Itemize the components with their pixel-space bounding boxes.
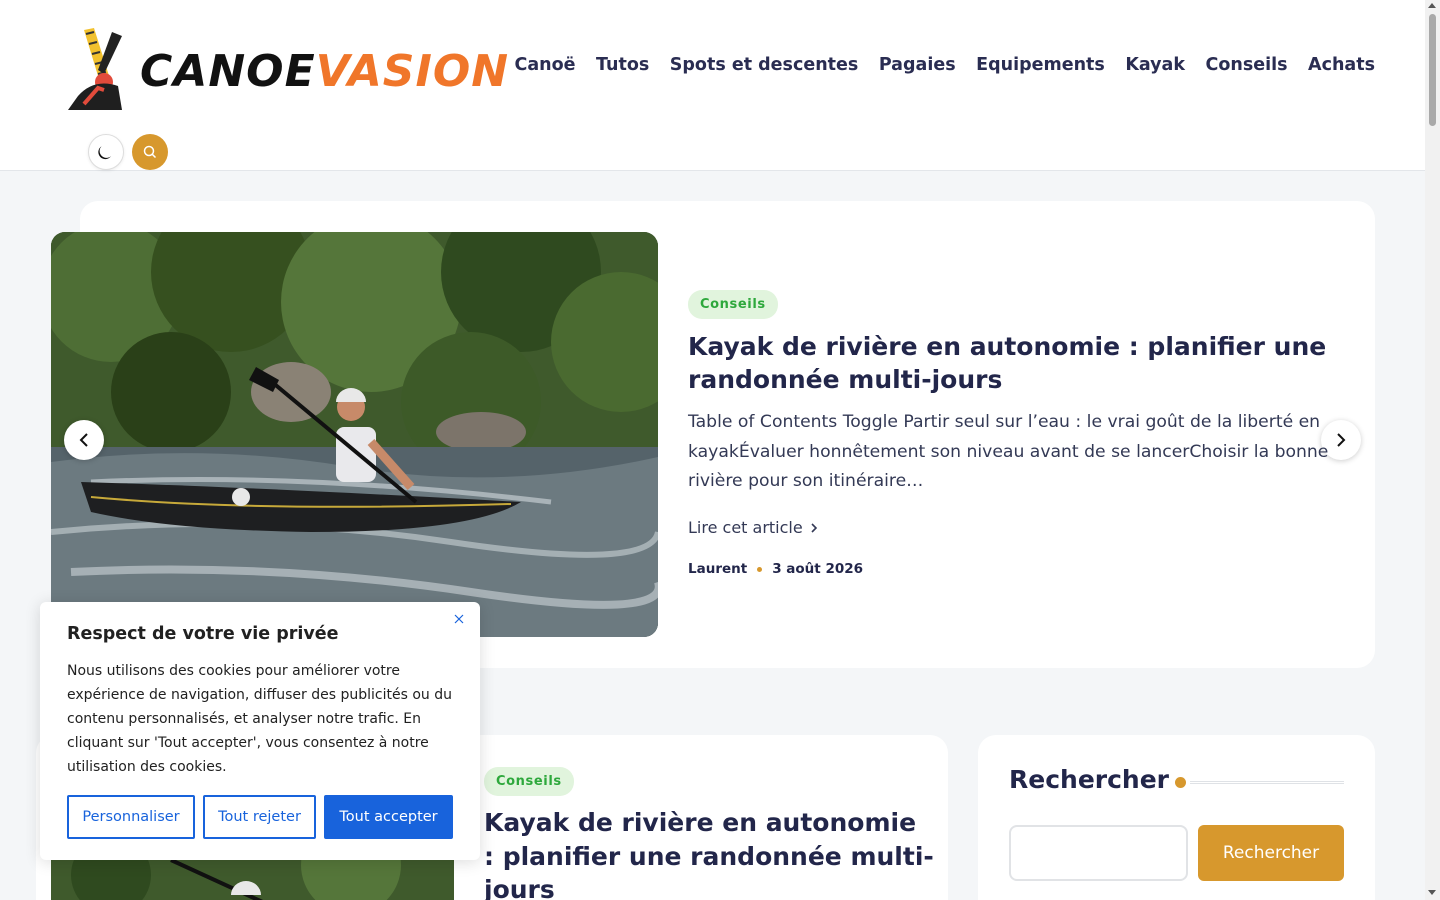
post-author[interactable]: Laurent — [688, 561, 747, 577]
dark-mode-toggle[interactable] — [88, 134, 124, 170]
cookie-accept-button[interactable]: Tout accepter — [324, 795, 453, 839]
chevron-right-icon — [811, 522, 817, 533]
main-nav: Canoë Tutos Spots et descentes Pagaies E… — [515, 52, 1376, 78]
category-tag[interactable]: Conseils — [484, 767, 574, 796]
site-header: CANOEVASION Canoë Tutos Spots et descent… — [0, 0, 1425, 171]
post-title[interactable]: Kayak de rivière en autonomie : planifie… — [484, 806, 934, 900]
nav-spots[interactable]: Spots et descentes — [670, 52, 859, 78]
nav-conseils[interactable]: Conseils — [1206, 52, 1288, 78]
nav-kayak[interactable]: Kayak — [1125, 52, 1185, 78]
nav-tutos[interactable]: Tutos — [596, 52, 649, 78]
nav-achats[interactable]: Achats — [1308, 52, 1375, 78]
widget-title-dot — [1175, 777, 1186, 788]
page-scrollbar[interactable] — [1425, 0, 1440, 900]
post-image[interactable] — [51, 855, 454, 900]
scroll-up-icon[interactable] — [1428, 3, 1436, 8]
post-date: 3 août 2026 — [772, 561, 864, 577]
scroll-thumb[interactable] — [1429, 14, 1436, 126]
sidebar-search-input[interactable] — [1009, 825, 1188, 881]
widget-title-divider — [1190, 781, 1344, 784]
search-icon — [143, 145, 157, 159]
read-more-label: Lire cet article — [688, 518, 803, 537]
post-meta: Laurent 3 août 2026 — [688, 561, 863, 577]
nav-pagaies[interactable]: Pagaies — [879, 52, 956, 78]
featured-post-title[interactable]: Kayak de rivière en autonomie : planifie… — [688, 330, 1348, 396]
read-more-link[interactable]: Lire cet article — [688, 518, 819, 537]
kayaker-logo-icon — [68, 28, 122, 110]
moon-icon — [98, 146, 112, 160]
site-logo[interactable]: CANOEVASION — [64, 26, 508, 110]
chevron-left-icon — [79, 433, 88, 447]
meta-separator-dot — [757, 566, 763, 572]
cookie-consent-banner: Respect de votre vie privée Nous utiliso… — [40, 602, 480, 860]
nav-canoe[interactable]: Canoë — [515, 52, 576, 78]
kayaker-photo — [51, 855, 454, 900]
cookie-description: Nous utilisons des cookies pour améliore… — [67, 663, 452, 775]
scroll-down-icon[interactable] — [1428, 890, 1436, 895]
kayaker-photo — [51, 232, 658, 637]
category-tag[interactable]: Conseils — [688, 290, 778, 319]
cookie-close-button[interactable] — [451, 611, 467, 627]
sidebar-search-button[interactable]: Rechercher — [1198, 825, 1344, 881]
widget-title: Rechercher — [1009, 765, 1170, 794]
featured-post-excerpt: Table of Contents Toggle Partir seul sur… — [688, 412, 1329, 491]
cookie-reject-button[interactable]: Tout rejeter — [203, 795, 316, 839]
cookie-customize-button[interactable]: Personnaliser — [67, 795, 195, 839]
header-search-button[interactable] — [132, 134, 168, 170]
cookie-title: Respect de votre vie privée — [67, 624, 339, 644]
close-icon — [454, 614, 464, 624]
nav-equipements[interactable]: Equipements — [976, 52, 1105, 78]
slider-prev-button[interactable] — [64, 420, 104, 460]
featured-post-image[interactable] — [51, 232, 658, 637]
logo-text: CANOEVASION — [140, 46, 510, 97]
